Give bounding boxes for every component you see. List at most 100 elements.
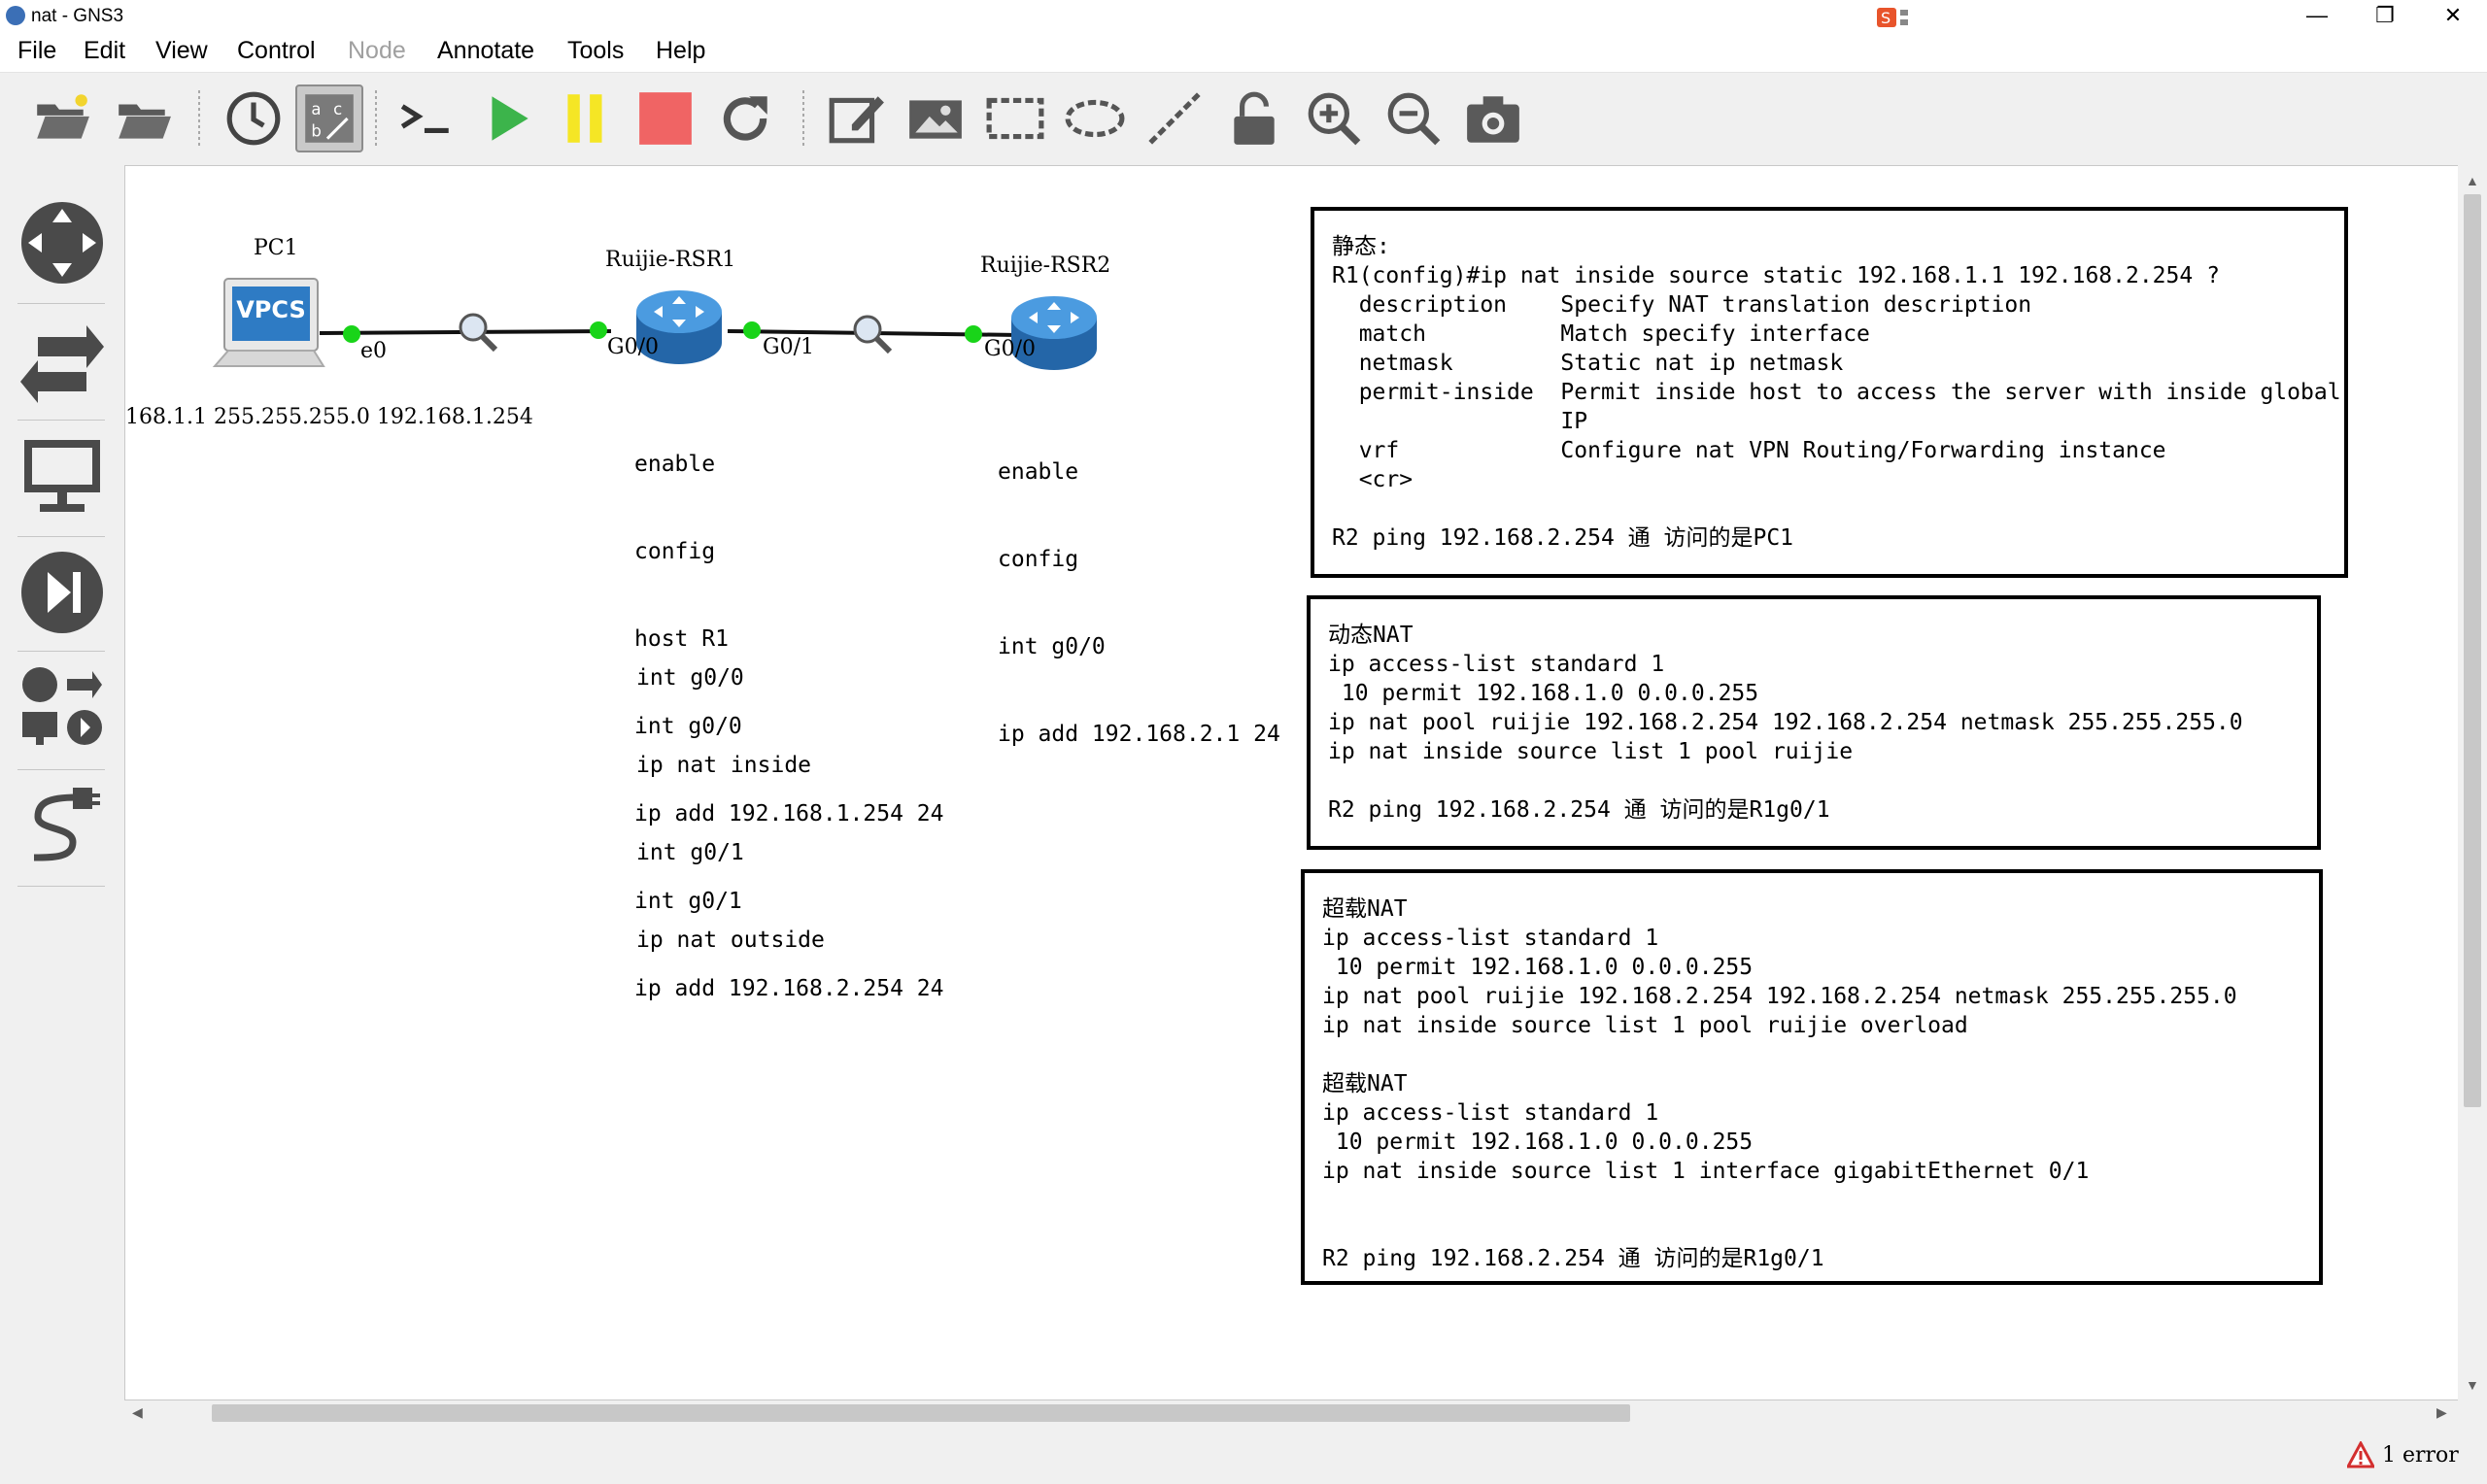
device-sidebar bbox=[0, 165, 122, 1428]
pc1-ip-note: 168.1.1 255.255.255.0 192.168.1.254 bbox=[125, 405, 533, 429]
divider bbox=[17, 651, 105, 652]
note-line: ip access-list standard 1 bbox=[1322, 1100, 1659, 1126]
rsr1-label: Ruijie-RSR1 bbox=[605, 248, 736, 272]
menu-control[interactable]: Control bbox=[237, 37, 316, 65]
horizontal-scrollbar[interactable]: ◀ ▶ bbox=[124, 1400, 2458, 1426]
vertical-scrollbar[interactable]: ▲ ▼ bbox=[2458, 165, 2487, 1400]
gns3-logo-icon bbox=[6, 6, 25, 25]
divider bbox=[17, 536, 105, 537]
static-nat-note[interactable]: 静态: R1(config)#ip nat inside source stat… bbox=[1311, 207, 2348, 578]
divider bbox=[17, 303, 105, 304]
security-devices-icon[interactable] bbox=[16, 546, 109, 639]
r2-config-note[interactable]: enable config int g0/0 ip add 192.168.2.… bbox=[998, 399, 1280, 807]
link-status-dot bbox=[343, 325, 360, 343]
pc1-node[interactable]: VPCS bbox=[211, 275, 325, 389]
suspend-icon[interactable] bbox=[552, 84, 620, 152]
all-devices-icon[interactable] bbox=[16, 660, 109, 754]
packet-capture-icon[interactable] bbox=[848, 312, 901, 354]
open-project-icon[interactable] bbox=[109, 84, 177, 152]
interface-labels-icon[interactable]: acb bbox=[295, 84, 363, 152]
open-folder-icon[interactable] bbox=[27, 84, 95, 152]
overload-nat-note[interactable]: 超载NAT ip access-list standard 1 10 permi… bbox=[1301, 869, 2323, 1285]
svg-text:S: S bbox=[1881, 9, 1891, 27]
dynamic-nat-note[interactable]: 动态NAT ip access-list standard 1 10 permi… bbox=[1307, 595, 2321, 850]
add-note-icon[interactable] bbox=[822, 84, 890, 152]
ime-tray-icon[interactable]: S bbox=[1877, 6, 1941, 29]
screenshot-icon[interactable] bbox=[1459, 84, 1527, 152]
svg-text:c: c bbox=[333, 100, 342, 118]
horizontal-scroll-thumb[interactable] bbox=[212, 1404, 1630, 1422]
zoom-in-icon[interactable] bbox=[1300, 84, 1368, 152]
config-line: config bbox=[634, 539, 716, 564]
zoom-out-icon[interactable] bbox=[1380, 84, 1448, 152]
config-line: ip nat inside bbox=[636, 753, 812, 778]
note-line: permit-inside Permit inside host to acce… bbox=[1332, 380, 2341, 405]
vertical-scroll-thumb[interactable] bbox=[2464, 194, 2481, 1107]
console-icon[interactable] bbox=[392, 84, 460, 152]
note-line: <cr> bbox=[1332, 467, 1414, 492]
port-label-rsr2-g00: G0/0 bbox=[984, 337, 1036, 361]
config-line: enable bbox=[998, 459, 1079, 485]
minimize-button[interactable]: — bbox=[2283, 0, 2351, 33]
note-line bbox=[1328, 766, 2300, 795]
note-line bbox=[1332, 494, 2327, 523]
divider bbox=[17, 420, 105, 421]
toolbar: acb bbox=[0, 73, 2487, 164]
menu-bar: File Edit View Control Node Annotate Too… bbox=[0, 33, 2487, 73]
menu-annotate[interactable]: Annotate bbox=[437, 37, 534, 65]
draw-rectangle-icon[interactable] bbox=[981, 84, 1049, 152]
svg-text:b: b bbox=[311, 122, 321, 141]
menu-tools[interactable]: Tools bbox=[567, 37, 624, 65]
switches-icon[interactable] bbox=[16, 313, 109, 406]
note-line: IP bbox=[1332, 409, 1588, 434]
note-line: R2 ping 192.168.2.254 通 访问的是R1g0/1 bbox=[1322, 1246, 1824, 1271]
note-line: description Specify NAT translation desc… bbox=[1332, 292, 2032, 318]
packet-capture-icon[interactable] bbox=[454, 310, 506, 353]
end-devices-icon[interactable] bbox=[16, 429, 109, 523]
scroll-up-arrow-icon[interactable]: ▲ bbox=[2466, 173, 2479, 188]
snapshot-clock-icon[interactable] bbox=[220, 84, 288, 152]
note-line: R1(config)#ip nat inside source static 1… bbox=[1332, 263, 2220, 288]
note-line: 超载NAT bbox=[1322, 896, 1408, 922]
topology-canvas[interactable]: PC1 VPCS e0 168.1.1 255.255.255.0 192.16… bbox=[124, 165, 2460, 1400]
scroll-down-arrow-icon[interactable]: ▼ bbox=[2466, 1377, 2479, 1393]
note-line: ip nat pool ruijie 192.168.2.254 192.168… bbox=[1322, 984, 2237, 1009]
error-count[interactable]: 1 error bbox=[2382, 1443, 2459, 1467]
config-line: ip add 192.168.2.1 24 bbox=[998, 722, 1280, 747]
draw-line-icon[interactable] bbox=[1141, 84, 1209, 152]
link-status-dot bbox=[590, 321, 607, 339]
menu-file[interactable]: File bbox=[17, 37, 56, 65]
add-link-icon[interactable] bbox=[16, 779, 109, 872]
note-line: 超载NAT bbox=[1322, 1071, 1408, 1096]
restore-button[interactable]: ❐ bbox=[2351, 0, 2419, 33]
menu-help[interactable]: Help bbox=[656, 37, 705, 65]
r1-nat-config-note[interactable]: int g0/0 ip nat inside int g0/1 ip nat o… bbox=[636, 605, 825, 1013]
stop-icon[interactable] bbox=[631, 84, 699, 152]
insert-picture-icon[interactable] bbox=[902, 84, 970, 152]
routers-icon[interactable] bbox=[16, 196, 109, 289]
link-status-dot bbox=[965, 325, 982, 343]
note-line: R2 ping 192.168.2.254 通 访问的是PC1 bbox=[1332, 525, 1794, 551]
error-warning-icon[interactable] bbox=[2345, 1439, 2376, 1468]
toolbar-separator bbox=[198, 90, 200, 147]
scroll-right-arrow-icon[interactable]: ▶ bbox=[2436, 1404, 2447, 1421]
scroll-left-arrow-icon[interactable]: ◀ bbox=[132, 1404, 143, 1421]
draw-ellipse-icon[interactable] bbox=[1061, 84, 1129, 152]
reload-icon[interactable] bbox=[711, 84, 779, 152]
menu-edit[interactable]: Edit bbox=[84, 37, 125, 65]
rsr2-node[interactable] bbox=[1007, 292, 1101, 374]
note-line bbox=[1322, 1040, 2301, 1069]
close-button[interactable]: ✕ bbox=[2419, 0, 2487, 33]
menu-view[interactable]: View bbox=[155, 37, 208, 65]
start-icon[interactable] bbox=[474, 84, 542, 152]
divider bbox=[17, 886, 105, 887]
config-line: int g0/0 bbox=[998, 634, 1106, 659]
note-line: ip nat inside source list 1 interface gi… bbox=[1322, 1159, 2090, 1184]
note-line: match Match specify interface bbox=[1332, 321, 1870, 347]
note-line: netmask Static nat ip netmask bbox=[1332, 351, 1844, 376]
note-line: 动态NAT bbox=[1328, 623, 1414, 648]
menu-node[interactable]: Node bbox=[348, 37, 406, 65]
lock-icon[interactable] bbox=[1220, 84, 1288, 152]
window-title: nat - GNS3 bbox=[31, 6, 124, 26]
port-label-rsr1-g00: G0/0 bbox=[607, 335, 659, 359]
